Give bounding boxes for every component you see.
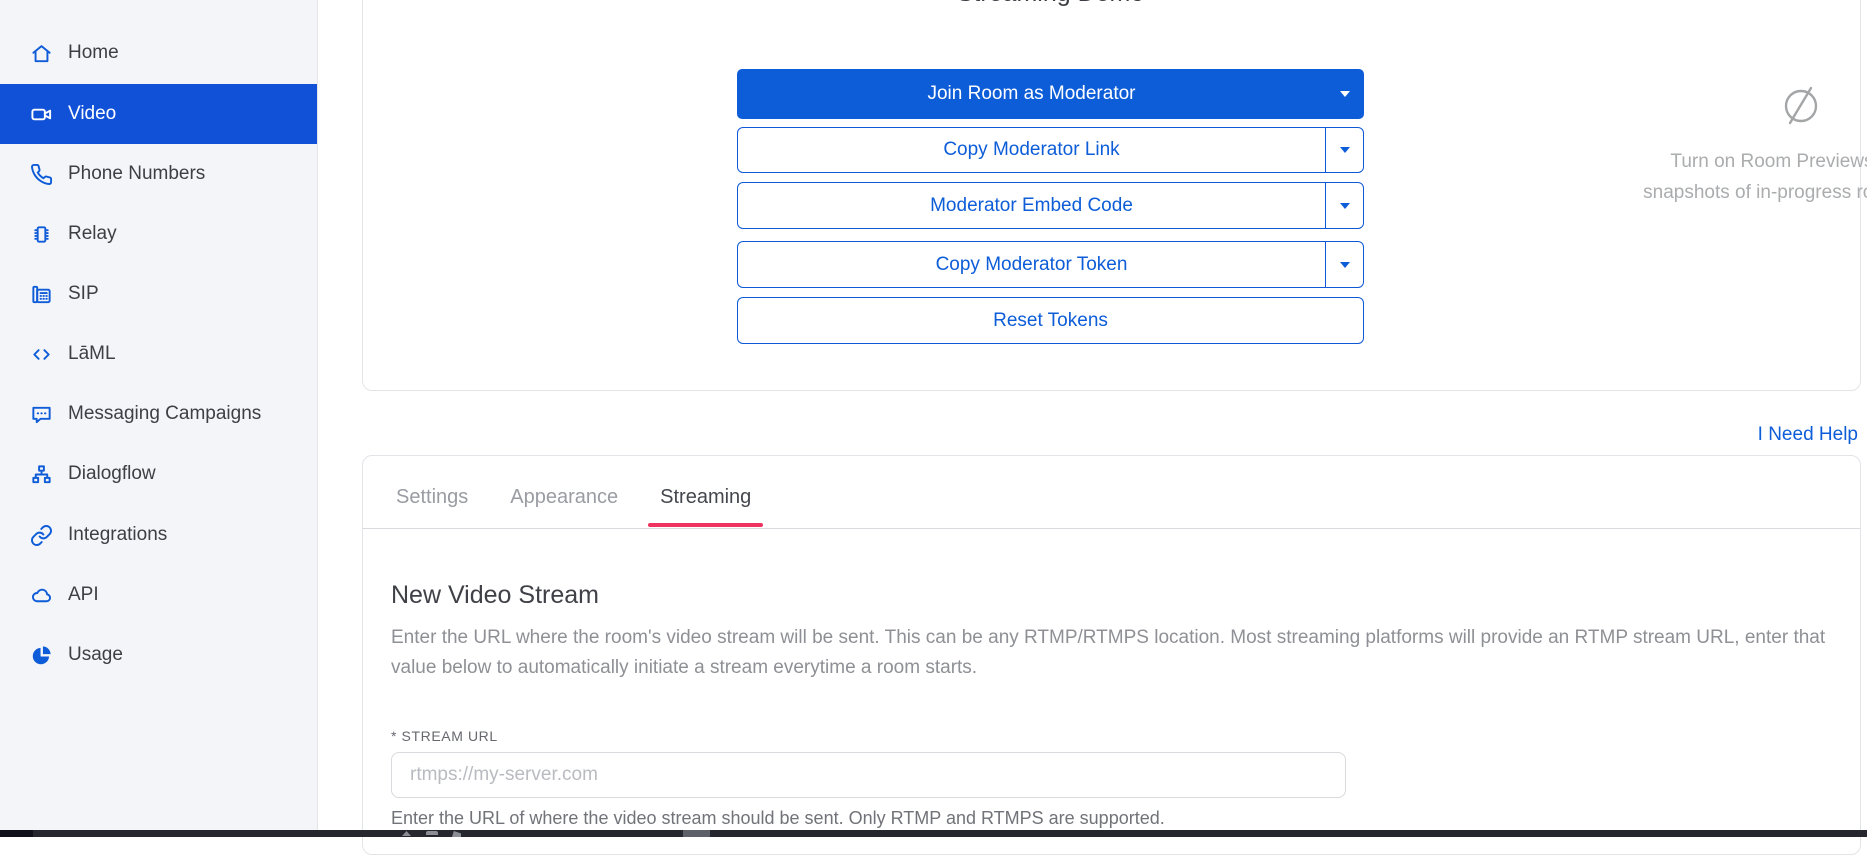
sitemap-icon [30, 463, 53, 486]
sidebar-item-relay[interactable]: Relay [0, 204, 317, 264]
sidebar-item-label: Usage [68, 644, 123, 666]
reset-tokens-button[interactable]: Reset Tokens [737, 297, 1364, 344]
relay-chip-icon [30, 223, 53, 246]
circle-slash-icon [1568, 80, 1867, 140]
sidebar: Home Video Phone Numbers Relay SIP LāML [0, 0, 318, 830]
active-tab-underline [648, 523, 763, 527]
section-description: Enter the URL where the room's video str… [391, 623, 1846, 683]
tabs: Settings Appearance Streaming [384, 486, 763, 529]
tabs-bar: Settings Appearance Streaming [363, 456, 1860, 529]
caret-down-icon [1339, 261, 1351, 269]
button-label: Copy Moderator Link [738, 128, 1325, 172]
copy-token-dropdown-toggle[interactable] [1325, 242, 1363, 287]
room-previews-empty-state: Turn on Room Previews to see snapshots o… [1568, 80, 1867, 208]
embed-code-dropdown-toggle[interactable] [1325, 183, 1363, 228]
tab-streaming[interactable]: Streaming [648, 486, 763, 529]
room-title: Streaming Demo [737, 0, 1364, 8]
sidebar-item-messaging-campaigns[interactable]: Messaging Campaigns [0, 384, 317, 444]
sidebar-item-label: LāML [68, 343, 116, 365]
taskbar-icon [402, 831, 411, 836]
sidebar-item-home[interactable]: Home [0, 23, 317, 83]
button-label: Reset Tokens [738, 298, 1363, 343]
pie-chart-icon [30, 644, 53, 667]
taskbar-icon [452, 831, 461, 837]
code-icon [30, 343, 53, 366]
moderator-embed-code-button[interactable]: Moderator Embed Code [737, 182, 1364, 229]
sidebar-item-label: Home [68, 42, 119, 64]
sidebar-item-label: Relay [68, 223, 117, 245]
room-settings-card: Settings Appearance Streaming New Video … [362, 455, 1861, 855]
tab-label: Streaming [660, 486, 751, 508]
sidebar-item-sip[interactable]: SIP [0, 264, 317, 324]
stream-url-helper-text: Enter the URL of where the video stream … [391, 808, 1165, 829]
sip-fax-icon [30, 283, 53, 306]
taskbar-strip [0, 830, 1867, 837]
i-need-help-link[interactable]: I Need Help [1758, 424, 1858, 446]
sidebar-item-label: Dialogflow [68, 463, 156, 485]
sidebar-item-api[interactable]: API [0, 565, 317, 625]
sidebar-item-label: SIP [68, 283, 99, 305]
button-label: Copy Moderator Token [738, 242, 1325, 287]
caret-down-icon [1339, 90, 1351, 98]
tab-appearance[interactable]: Appearance [498, 486, 630, 529]
room-card: Streaming Demo Join Room as Moderator Co… [362, 0, 1861, 391]
copy-moderator-link-button[interactable]: Copy Moderator Link [737, 127, 1364, 173]
copy-moderator-token-button[interactable]: Copy Moderator Token [737, 241, 1364, 288]
stream-url-label: * STREAM URL [391, 728, 498, 744]
tab-settings[interactable]: Settings [384, 486, 480, 529]
stream-url-input[interactable] [391, 752, 1346, 798]
sidebar-item-label: Integrations [68, 524, 167, 546]
button-label: Join Room as Moderator [737, 69, 1326, 119]
sidebar-item-phone-numbers[interactable]: Phone Numbers [0, 144, 317, 204]
video-camera-icon [30, 103, 53, 126]
message-bubble-icon [30, 403, 53, 426]
sidebar-item-label: Messaging Campaigns [68, 403, 261, 425]
copy-link-dropdown-toggle[interactable] [1325, 128, 1363, 172]
tab-label: Settings [396, 486, 468, 508]
section-title: New Video Stream [391, 581, 599, 610]
taskbar-highlight-segment [683, 830, 710, 837]
join-room-dropdown-toggle[interactable] [1326, 69, 1364, 119]
sidebar-item-video[interactable]: Video [0, 84, 317, 144]
phone-icon [30, 163, 53, 186]
caret-down-icon [1339, 146, 1351, 154]
tab-label: Appearance [510, 486, 618, 508]
sidebar-item-laml[interactable]: LāML [0, 324, 317, 384]
sidebar-item-label: Phone Numbers [68, 163, 205, 185]
sidebar-item-integrations[interactable]: Integrations [0, 505, 317, 565]
home-icon [30, 42, 53, 65]
join-room-as-moderator-button[interactable]: Join Room as Moderator [737, 69, 1364, 119]
button-label: Moderator Embed Code [738, 183, 1325, 228]
sidebar-item-usage[interactable]: Usage [0, 625, 317, 685]
empty-state-text-line1: Turn on Room Previews to see [1568, 146, 1867, 177]
link-icon [30, 524, 53, 547]
caret-down-icon [1339, 202, 1351, 210]
taskbar-left-segment [0, 830, 33, 837]
sidebar-item-dialogflow[interactable]: Dialogflow [0, 444, 317, 504]
empty-state-text-line2: snapshots of in-progress rooms here. [1568, 177, 1867, 208]
sidebar-item-label: API [68, 584, 99, 606]
sidebar-item-label: Video [68, 103, 116, 125]
taskbar-icon [426, 831, 438, 835]
cloud-icon [30, 584, 53, 607]
